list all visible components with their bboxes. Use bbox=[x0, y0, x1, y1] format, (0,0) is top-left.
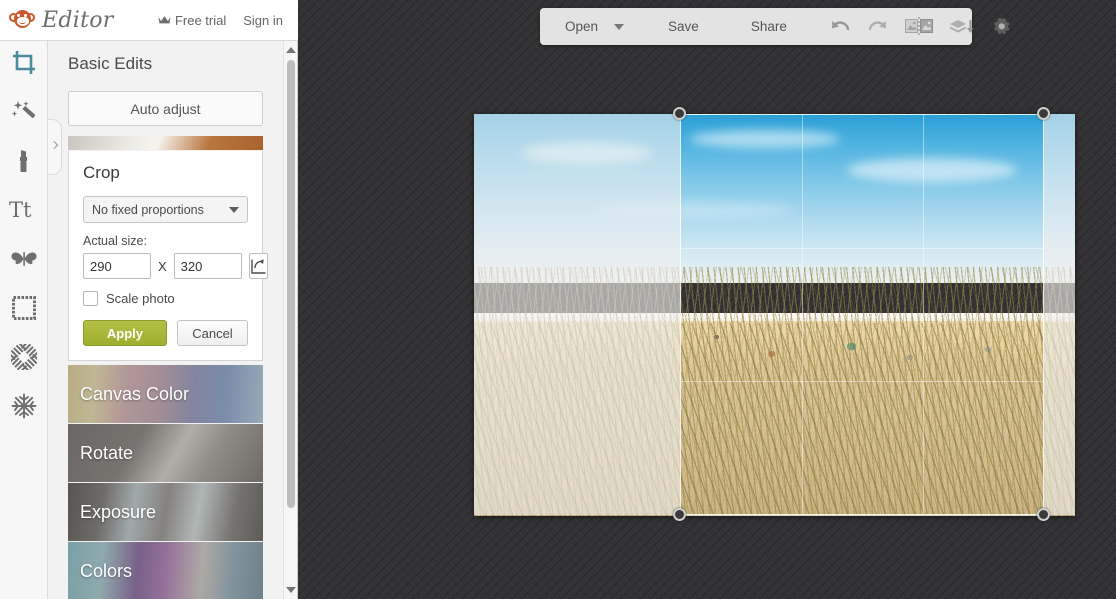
scale-photo-row[interactable]: Scale photo bbox=[83, 291, 248, 306]
sidebar-item-basic-edits[interactable] bbox=[0, 41, 48, 90]
tiles-bottom: Canvas Color Rotate Exposure Colors bbox=[68, 365, 263, 599]
redo-icon[interactable] bbox=[867, 18, 889, 36]
scroll-down-arrow-icon[interactable] bbox=[284, 583, 297, 597]
text-tt-icon: Tt bbox=[9, 198, 39, 227]
tile-label: Rotate bbox=[80, 442, 134, 463]
crop-dim-left bbox=[474, 114, 680, 515]
canvas-area[interactable]: Open Save Share bbox=[298, 0, 1116, 599]
sidebar-item-text[interactable]: Tt bbox=[0, 188, 48, 237]
butterfly-icon bbox=[10, 248, 38, 275]
sidebar-item-frames[interactable] bbox=[0, 286, 48, 335]
texture-icon bbox=[4, 337, 44, 377]
tile-exposure[interactable]: Exposure bbox=[68, 483, 263, 541]
tile-colors[interactable]: Colors bbox=[68, 542, 263, 599]
undo-icon[interactable] bbox=[829, 18, 851, 36]
monkey-logo-icon bbox=[9, 9, 35, 31]
crop-actions: Apply Cancel bbox=[83, 320, 248, 346]
snowflake-icon bbox=[11, 393, 37, 424]
edits-sidebar: Basic Edits Auto adjust Crop No fixed pr… bbox=[48, 41, 298, 599]
sidebar-item-themes[interactable] bbox=[0, 384, 48, 433]
sidebar-scrollbar[interactable] bbox=[283, 41, 297, 599]
rotate-dimensions-icon[interactable] bbox=[248, 253, 268, 279]
svg-text:Tt: Tt bbox=[9, 198, 32, 222]
actual-size-label: Actual size: bbox=[83, 234, 147, 248]
lipstick-icon bbox=[11, 148, 37, 179]
chevron-down-icon[interactable] bbox=[614, 23, 625, 30]
frame-icon bbox=[11, 295, 37, 326]
gear-icon[interactable] bbox=[991, 17, 1011, 37]
crop-size-row: X bbox=[83, 253, 268, 279]
app-header: Editor Free trial Sign in bbox=[0, 0, 298, 41]
crop-handle-bottom-right[interactable] bbox=[1037, 508, 1050, 521]
crop-panel: Crop No fixed proportions Actual size: X bbox=[68, 151, 268, 361]
crop-grid-line bbox=[923, 115, 924, 514]
crop-handle-top-left[interactable] bbox=[673, 107, 686, 120]
crop-grid-line bbox=[681, 381, 1043, 382]
crop-handle-bottom-left[interactable] bbox=[673, 508, 686, 521]
tiles-top bbox=[68, 136, 263, 150]
tile-partial[interactable] bbox=[68, 136, 263, 150]
auto-adjust-button[interactable]: Auto adjust bbox=[68, 91, 263, 126]
sidebar-item-textures[interactable] bbox=[0, 335, 48, 384]
brand-name: Editor bbox=[42, 7, 114, 33]
crop-grid-line bbox=[681, 248, 1043, 249]
chevron-down-icon bbox=[229, 206, 239, 213]
crop-proportions-select[interactable]: No fixed proportions bbox=[83, 196, 248, 223]
tile-rotate[interactable]: Rotate bbox=[68, 424, 263, 482]
sidebar-item-effects[interactable] bbox=[0, 90, 48, 139]
toolbar-icon-group bbox=[829, 17, 1011, 37]
picmonkey-editor-window: Open Save Share Editor Free trial Sign i… bbox=[0, 0, 1116, 599]
crop-dim-bottom bbox=[680, 515, 1044, 516]
crop-dim-right bbox=[1044, 114, 1075, 515]
crop-width-input[interactable] bbox=[83, 253, 151, 279]
crop-icon bbox=[11, 50, 37, 81]
sidebar-scroll-region: Basic Edits Auto adjust Crop No fixed pr… bbox=[48, 41, 283, 599]
open-button[interactable]: Open bbox=[565, 8, 625, 45]
scroll-up-arrow-icon[interactable] bbox=[284, 43, 297, 57]
cancel-button[interactable]: Cancel bbox=[176, 320, 248, 346]
crop-handle-top-right[interactable] bbox=[1037, 107, 1050, 120]
magic-wand-icon bbox=[11, 99, 37, 130]
crop-grid-line bbox=[802, 115, 803, 514]
sidebar-item-overlays[interactable] bbox=[0, 237, 48, 286]
free-trial-button[interactable]: Free trial bbox=[158, 13, 226, 28]
size-separator: X bbox=[158, 258, 167, 274]
main-toolbar: Open Save Share bbox=[540, 8, 1010, 45]
crop-selection-rect[interactable] bbox=[680, 114, 1044, 515]
sidebar-item-touch-up[interactable] bbox=[0, 139, 48, 188]
photo-canvas[interactable] bbox=[474, 107, 1075, 521]
crown-icon bbox=[158, 13, 171, 28]
crop-panel-title: Crop bbox=[83, 163, 120, 182]
crop-height-input[interactable] bbox=[173, 253, 242, 279]
sign-in-button[interactable]: Sign in bbox=[243, 13, 283, 28]
crop-proportions-value: No fixed proportions bbox=[92, 202, 204, 217]
free-trial-label: Free trial bbox=[174, 12, 227, 28]
scale-photo-label: Scale photo bbox=[106, 291, 175, 306]
brand-logo[interactable]: Editor bbox=[9, 8, 114, 33]
tile-image bbox=[68, 136, 263, 150]
apply-button[interactable]: Apply bbox=[83, 320, 167, 346]
tile-canvas-color[interactable]: Canvas Color bbox=[68, 365, 263, 423]
layers-down-icon[interactable] bbox=[949, 18, 975, 36]
tile-label: Canvas Color bbox=[80, 383, 190, 404]
tile-label: Exposure bbox=[80, 501, 157, 522]
tile-label: Colors bbox=[80, 560, 133, 581]
panel-collapse-handle[interactable] bbox=[48, 119, 62, 175]
scale-photo-checkbox[interactable] bbox=[83, 291, 98, 306]
page-title: Basic Edits bbox=[68, 54, 153, 73]
header-actions: Free trial Sign in bbox=[158, 13, 283, 28]
open-label: Open bbox=[565, 19, 599, 34]
scrollbar-thumb[interactable] bbox=[287, 60, 295, 508]
save-button[interactable]: Save bbox=[668, 8, 699, 45]
tool-rail: Tt bbox=[0, 41, 48, 599]
share-button[interactable]: Share bbox=[751, 8, 787, 45]
compare-images-icon[interactable] bbox=[904, 17, 933, 36]
